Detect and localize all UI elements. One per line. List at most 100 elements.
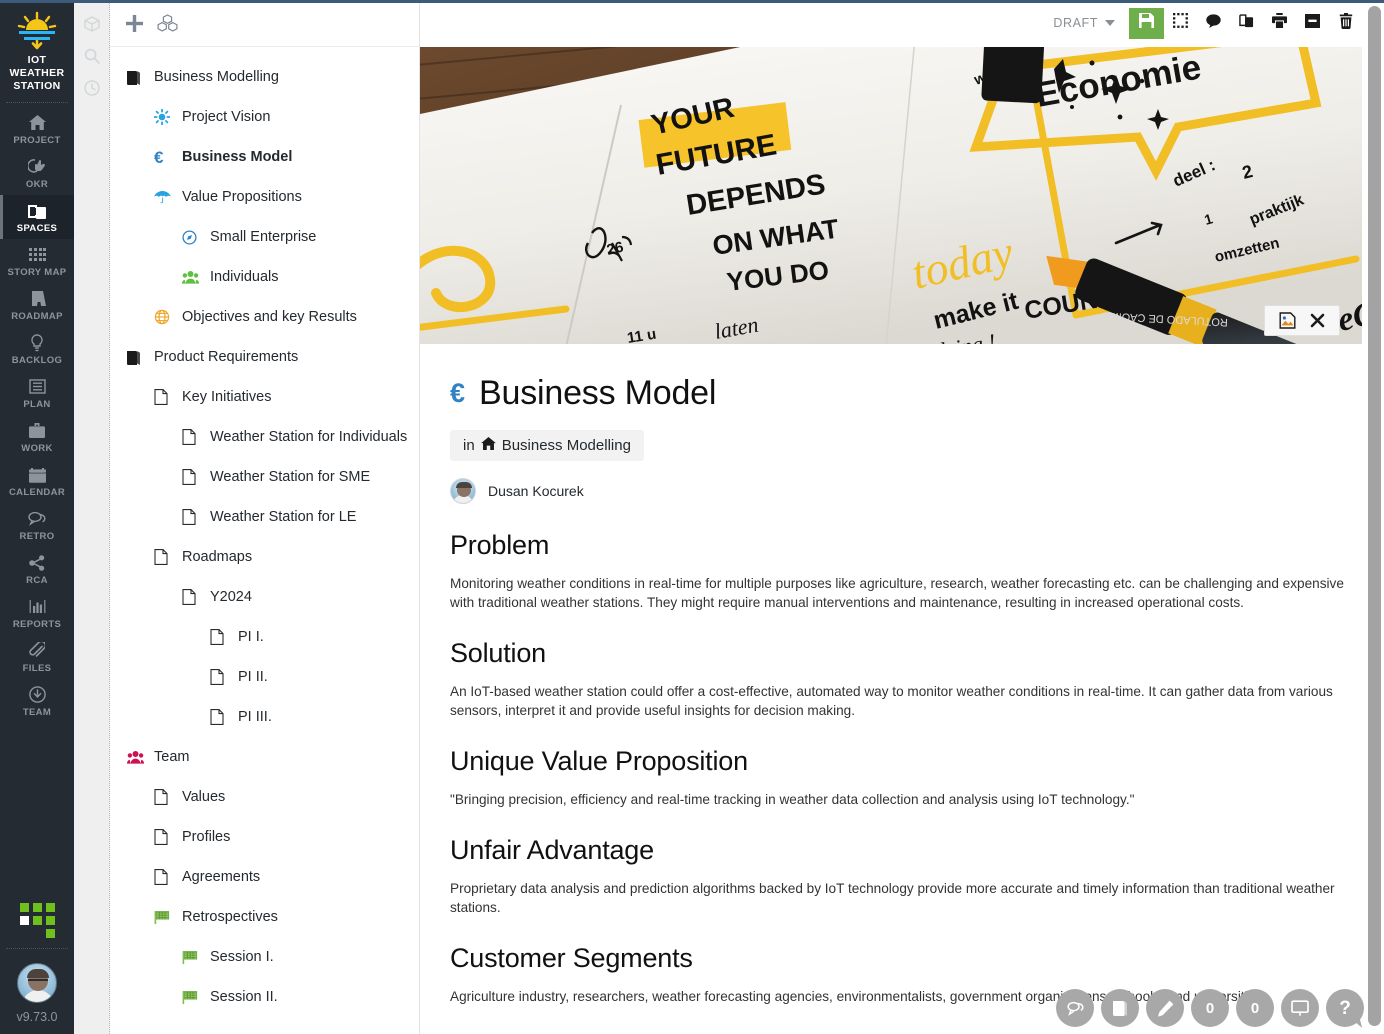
tree-item-weather-station-for-sme[interactable]: Weather Station for SME [110, 457, 419, 497]
tasks-fab[interactable]: 0 [1236, 989, 1274, 1027]
sidebar-label: STORY MAP [7, 267, 67, 278]
tree-item-label: Business Model [182, 149, 293, 165]
section-body: Proprietary data analysis and prediction… [450, 881, 1335, 915]
floating-action-bar: 0 0 ? [1056, 989, 1364, 1030]
app-version: v9.73.0 [16, 1010, 58, 1024]
breadcrumb[interactable]: in Business Modelling [450, 430, 644, 461]
add-item-button[interactable] [126, 14, 143, 32]
presentation-fab[interactable] [1281, 989, 1319, 1027]
clock-history-icon[interactable] [78, 74, 106, 102]
euro-icon: € [154, 147, 164, 167]
compass-icon [182, 229, 204, 245]
tree-item-label: Profiles [182, 829, 231, 845]
tree-item-pi-iii[interactable]: PI III. [110, 697, 419, 737]
target-hand-icon [27, 157, 47, 176]
sidebar-item-retro[interactable]: RETRO [0, 503, 74, 547]
tree-item-session-i[interactable]: Session I. [110, 937, 419, 977]
save-button[interactable] [1129, 7, 1164, 39]
sidebar-item-work[interactable]: WORK [0, 415, 74, 459]
comments-icon [28, 509, 46, 528]
sidebar-item-team[interactable]: TEAM [0, 679, 74, 723]
rail-footer: v9.73.0 [0, 891, 74, 1034]
document-header: € Business Model [450, 374, 1354, 413]
tree-item-profiles[interactable]: Profiles [110, 817, 419, 857]
chat-fab[interactable] [1056, 989, 1094, 1027]
archive-button[interactable] [1296, 8, 1329, 39]
tree-item-values[interactable]: Values [110, 777, 419, 817]
comment-button[interactable] [1197, 8, 1230, 39]
sidebar-item-story-map[interactable]: STORY MAP [0, 239, 74, 283]
document-body: € Business Model in Business Modelling D… [420, 344, 1384, 1034]
sidebar-item-calendar[interactable]: CALENDAR [0, 459, 74, 503]
file-icon [182, 429, 204, 445]
primary-nav-rail: IOT WEATHER STATION PROJECT OKR SPACES S… [0, 0, 74, 1034]
tree-item-y2024[interactable]: Y2024 [110, 577, 419, 617]
sidebar-label: PLAN [23, 399, 51, 410]
cubes-icon[interactable] [157, 14, 178, 32]
user-avatar[interactable] [0, 949, 74, 1003]
sidebar-label: WORK [21, 443, 53, 454]
sidebar-item-spaces[interactable]: SPACES [0, 195, 74, 239]
speech-tail-icon [1352, 1018, 1363, 1030]
image-controls [1264, 305, 1340, 336]
window-accent-bar [0, 0, 1384, 3]
flag-green-icon [182, 950, 204, 965]
sidebar-item-okr[interactable]: OKR [0, 151, 74, 195]
tree-item-weather-station-for-le[interactable]: Weather Station for LE [110, 497, 419, 537]
sidebar-item-files[interactable]: FILES [0, 635, 74, 679]
tree-item-session-ii[interactable]: Session II. [110, 977, 419, 1017]
section-body: Monitoring weather conditions in real-ti… [450, 576, 1344, 610]
apps-grid-icon[interactable] [0, 891, 74, 948]
sidebar-item-rca[interactable]: RCA [0, 547, 74, 591]
cube-icon[interactable] [78, 10, 106, 38]
sidebar-item-reports[interactable]: REPORTS [0, 591, 74, 635]
tree-item-product-requirements[interactable]: Product Requirements [110, 337, 419, 377]
section-heading: Unfair Advantage [450, 835, 654, 865]
tree-item-retrospectives[interactable]: Retrospectives [110, 897, 419, 937]
close-icon[interactable] [1310, 313, 1325, 328]
app-logo[interactable]: IOT WEATHER STATION [0, 3, 74, 93]
tree-item-small-enterprise[interactable]: Small Enterprise [110, 217, 419, 257]
tree-item-roadmaps[interactable]: Roadmaps [110, 537, 419, 577]
paperclip-icon [29, 641, 45, 660]
select-button[interactable] [1164, 8, 1197, 39]
search-icon[interactable] [78, 42, 106, 70]
print-button[interactable] [1263, 8, 1296, 39]
status-badge: DRAFT [1053, 16, 1098, 30]
tree-item-agreements[interactable]: Agreements [110, 857, 419, 897]
tree-item-business-modelling[interactable]: Business Modelling [110, 57, 419, 97]
sidebar-label: PROJECT [13, 135, 61, 146]
tree-item-pi-ii[interactable]: PI II. [110, 657, 419, 697]
scrollbar-thumb[interactable] [1368, 6, 1381, 1026]
guide-fab[interactable] [1101, 989, 1139, 1027]
tree-item-key-initiatives[interactable]: Key Initiatives [110, 377, 419, 417]
tree-item-team[interactable]: Team [110, 737, 419, 777]
tree-item-objectives-and-key-results[interactable]: Objectives and key Results [110, 297, 419, 337]
tree-item-weather-station-for-individuals[interactable]: Weather Station for Individuals [110, 417, 419, 457]
help-fab[interactable]: ? [1326, 989, 1364, 1030]
tree-item-individuals[interactable]: Individuals [110, 257, 419, 297]
sun-weather-icon [14, 11, 60, 51]
sidebar-item-roadmap[interactable]: ROADMAP [0, 283, 74, 327]
tree-item-label: Team [154, 749, 190, 765]
sidebar-item-plan[interactable]: PLAN [0, 371, 74, 415]
delete-button[interactable] [1329, 8, 1362, 39]
tree-item-pi-i[interactable]: PI I. [110, 617, 419, 657]
space-tree-panel: Business Modelling Project Vision € Busines… [110, 0, 420, 1034]
tree-item-business-model[interactable]: € Business Model [110, 137, 419, 177]
tree-item-value-propositions[interactable]: Value Propositions [110, 177, 419, 217]
hero-image[interactable]: YOUR FUTURE DEPENDS ON WHAT YOU DO make … [420, 47, 1362, 344]
tree-item-project-vision[interactable]: Project Vision [110, 97, 419, 137]
clone-button[interactable] [1230, 8, 1263, 39]
notifications-fab[interactable]: 0 [1191, 989, 1229, 1027]
avatar[interactable] [450, 478, 476, 504]
main-scrollbar[interactable] [1368, 6, 1381, 1028]
image-icon[interactable] [1279, 312, 1296, 329]
scrollbar-track[interactable] [1368, 6, 1381, 1028]
page-title: Business Model [479, 374, 717, 412]
sidebar-item-backlog[interactable]: BACKLOG [0, 327, 74, 371]
edit-fab[interactable] [1146, 989, 1184, 1027]
sidebar-label: CALENDAR [8, 487, 66, 498]
status-dropdown[interactable]: DRAFT [1053, 16, 1115, 30]
sidebar-item-project[interactable]: PROJECT [0, 107, 74, 151]
